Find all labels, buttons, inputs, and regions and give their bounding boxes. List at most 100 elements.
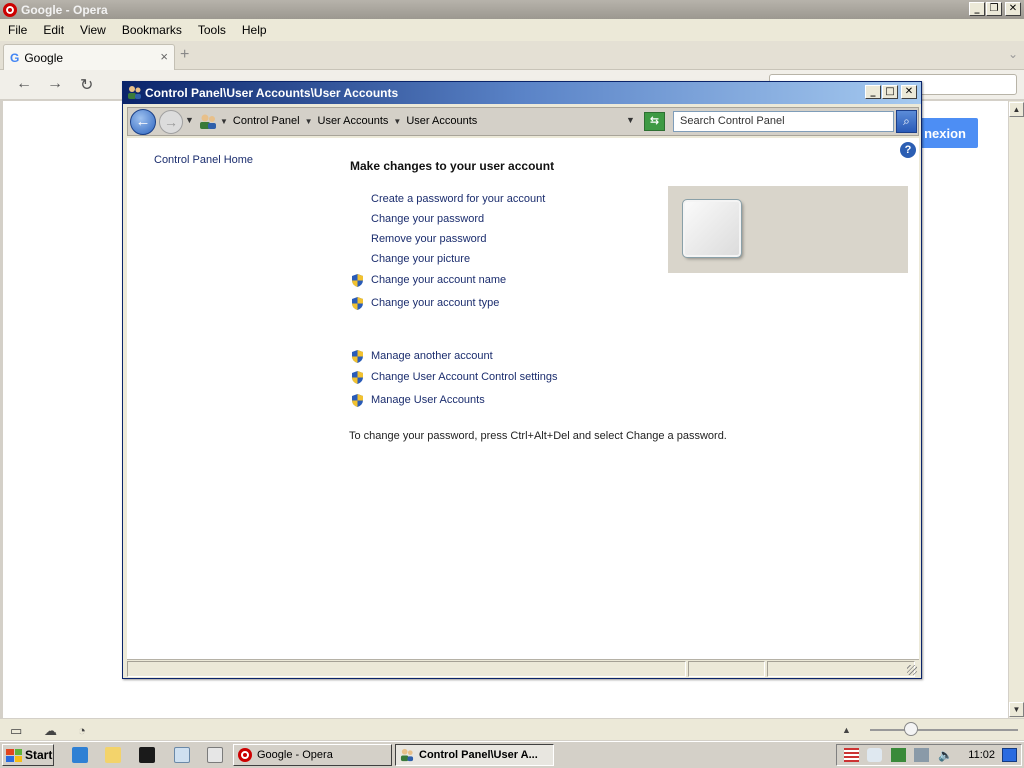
breadcrumb-user-accounts-current[interactable]: User Accounts [406, 115, 477, 127]
security-icon[interactable] [891, 748, 906, 762]
manage-another-account-link[interactable]: Manage another account [371, 350, 493, 362]
cp-title-bar: Control Panel\User Accounts\User Account… [123, 82, 921, 104]
task-label: Google - Opera [257, 749, 333, 761]
control-panel-icon [200, 114, 216, 129]
zoom-slider-knob[interactable] [904, 722, 918, 736]
tab-close-icon[interactable]: × [160, 49, 168, 64]
tab-label: Google [24, 50, 64, 65]
help-icon[interactable]: ? [900, 142, 916, 158]
tab-google[interactable]: G Google × [3, 44, 175, 70]
change-account-name-link[interactable]: Change your account name [371, 274, 506, 286]
opera-link-icon[interactable]: ☁ [44, 723, 57, 739]
change-account-type-link[interactable]: Change your account type [371, 297, 499, 309]
menu-view[interactable]: View [80, 23, 106, 37]
user-picture-avatar[interactable] [682, 199, 742, 258]
remove-password-link[interactable]: Remove your password [371, 233, 487, 245]
opera-window-title: Google - Opera [21, 2, 108, 17]
breadcrumb-chevron-icon[interactable]: ▼ [393, 117, 401, 126]
search-icon[interactable]: ⌕ [896, 110, 917, 133]
tabs-menu-chevron-icon[interactable]: ⌄ [1008, 47, 1018, 61]
restore-button[interactable]: ❐ [986, 2, 1002, 16]
cp-navigation-bar: ← → ▼ ▼ Control Panel ▼ User Accounts ▼ … [127, 107, 919, 136]
menu-help[interactable]: Help [242, 23, 267, 37]
user-accounts-icon [128, 86, 141, 99]
task-label: Control Panel\User A... [419, 749, 538, 761]
close-button[interactable]: ✕ [1005, 2, 1021, 16]
status-pane [127, 661, 686, 677]
system-tray: 🔈 11:02 [836, 744, 1022, 766]
page-scrollbar[interactable]: ▲ ▼ [1008, 101, 1024, 718]
cp-back-arrow-icon[interactable]: ← [130, 109, 156, 135]
scroll-down-icon[interactable]: ▼ [1009, 702, 1024, 717]
google-favicon-icon: G [10, 50, 20, 65]
notepad-quicklaunch-icon[interactable] [174, 747, 190, 763]
cp-minimize-button[interactable]: _ [865, 85, 881, 99]
reload-icon[interactable]: ↻ [80, 75, 93, 95]
user-accounts-task-icon [400, 748, 414, 762]
scroll-up-icon[interactable]: ▲ [1009, 102, 1024, 117]
search-control-panel-input[interactable]: Search Control Panel [673, 111, 894, 132]
network-icon[interactable] [867, 748, 882, 762]
change-password-link[interactable]: Change your password [371, 213, 484, 225]
uac-shield-icon [352, 394, 363, 407]
cp-close-button[interactable]: ✕ [901, 85, 917, 99]
menu-edit[interactable]: Edit [43, 23, 64, 37]
control-panel-window: Control Panel\User Accounts\User Account… [122, 81, 922, 679]
opera-status-bar: ▭ ☁ ◔ ▲ [0, 718, 1024, 740]
uac-shield-icon [352, 274, 363, 287]
zoom-toggle-icon[interactable]: ▲ [842, 725, 851, 735]
calculator-quicklaunch-icon[interactable] [207, 747, 223, 763]
new-tab-icon[interactable]: + [180, 46, 189, 64]
uac-shield-icon [352, 371, 363, 384]
change-picture-link[interactable]: Change your picture [371, 253, 470, 265]
breadcrumb-chevron-icon[interactable]: ▼ [305, 117, 313, 126]
breadcrumb-control-panel[interactable]: Control Panel [233, 115, 300, 127]
ie-quicklaunch-icon[interactable] [72, 747, 88, 763]
volume-icon[interactable]: 🔈 [938, 748, 953, 762]
opera-title-bar: Google - Opera _ ❐ ✕ [0, 0, 1024, 19]
forward-arrow-icon[interactable]: → [47, 75, 63, 93]
minimize-button[interactable]: _ [969, 2, 985, 16]
manage-user-accounts-link[interactable]: Manage User Accounts [371, 394, 485, 406]
cmd-quicklaunch-icon[interactable] [139, 747, 155, 763]
page-title: Make changes to your user account [350, 159, 555, 173]
taskbar-item-control-panel[interactable]: Control Panel\User A... [395, 744, 554, 766]
breadcrumb-chevron-icon[interactable]: ▼ [220, 117, 228, 126]
uac-shield-icon [352, 297, 363, 310]
language-flag-icon[interactable] [844, 748, 859, 762]
device-icon[interactable] [914, 748, 929, 762]
taskbar-item-opera[interactable]: Google - Opera [233, 744, 392, 766]
refresh-icon[interactable]: ⇆ [644, 112, 665, 131]
windows-logo-icon [6, 748, 22, 762]
cp-maximize-button[interactable]: □ [882, 85, 898, 99]
status-pane [688, 661, 765, 677]
recent-pages-chevron-icon[interactable]: ▼ [185, 115, 194, 125]
zoom-slider[interactable] [870, 729, 1018, 731]
password-note: To change your password, press Ctrl+Alt+… [349, 430, 727, 442]
address-dropdown-icon[interactable]: ▼ [626, 115, 635, 125]
breadcrumb-user-accounts[interactable]: User Accounts [318, 115, 389, 127]
breadcrumb: ▼ Control Panel ▼ User Accounts ▼ User A… [220, 115, 477, 127]
folder-quicklaunch-icon[interactable] [105, 747, 121, 763]
clock: 11:02 [968, 749, 995, 761]
menu-bookmarks[interactable]: Bookmarks [122, 23, 182, 37]
start-label: Start [25, 748, 53, 762]
uac-shield-icon [352, 350, 363, 363]
control-panel-home-link[interactable]: Control Panel Home [154, 154, 253, 166]
uac-settings-link[interactable]: Change User Account Control settings [371, 371, 558, 383]
cp-status-bar [127, 659, 919, 677]
menu-file[interactable]: File [8, 23, 27, 37]
back-arrow-icon[interactable]: ← [16, 75, 32, 93]
show-desktop-icon[interactable] [1002, 748, 1017, 762]
opera-menu-bar: File Edit View Bookmarks Tools Help [0, 19, 1024, 41]
start-button[interactable]: Start [2, 744, 54, 766]
create-password-link[interactable]: Create a password for your account [371, 193, 545, 205]
resize-grip-icon[interactable] [907, 665, 917, 675]
status-pane [767, 661, 915, 677]
panel-toggle-icon[interactable]: ▭ [10, 723, 22, 739]
taskbar: Start Google - Opera Control Panel\User … [0, 741, 1024, 768]
menu-tools[interactable]: Tools [198, 23, 226, 37]
cp-content-area: ? Control Panel Home Make changes to you… [127, 138, 919, 659]
cp-forward-arrow-icon[interactable]: → [159, 110, 183, 134]
turbo-icon[interactable]: ◔ [78, 723, 86, 738]
